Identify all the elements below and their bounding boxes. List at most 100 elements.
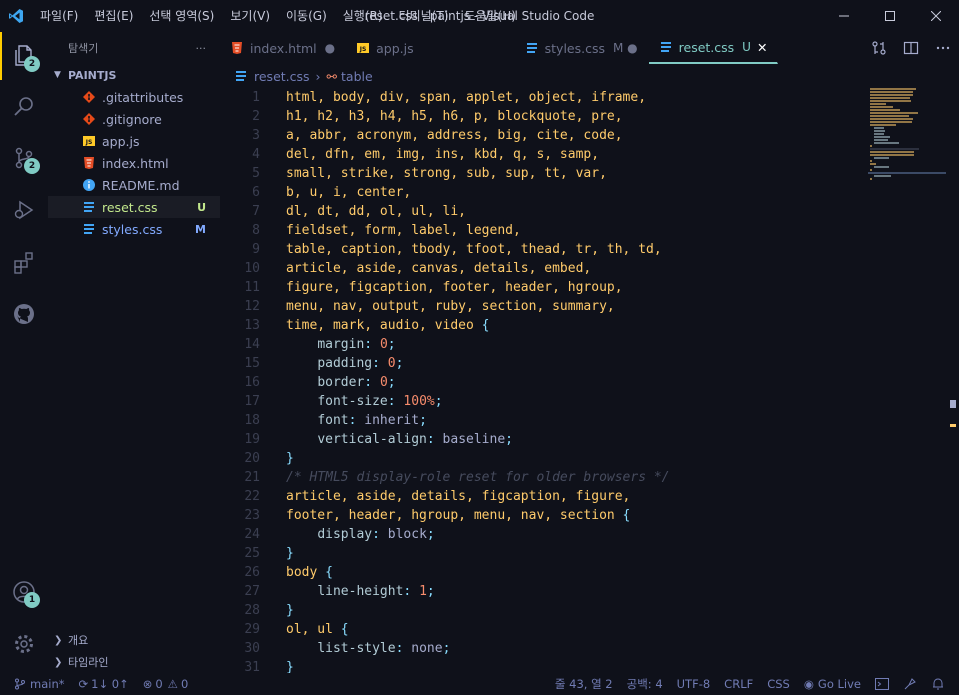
minimap-line — [874, 133, 884, 135]
project-folder[interactable]: ▼ PAINTJS — [48, 64, 220, 86]
file-item[interactable]: .gitignore — [48, 108, 220, 130]
menu-item[interactable]: 도움말(H) — [456, 0, 524, 32]
code-line: 13 time, mark, audio, video { — [220, 316, 870, 335]
minimap-line — [870, 160, 872, 162]
encoding[interactable]: UTF-8 — [670, 673, 718, 695]
compare-changes-button[interactable] — [863, 32, 895, 64]
terminal-button[interactable] — [868, 673, 896, 695]
tab-status-mark: U — [742, 40, 751, 54]
explorer-more-button[interactable]: ··· — [196, 42, 207, 55]
minimap[interactable] — [868, 88, 948, 188]
code-line: 1 html, body, div, span, applet, object, … — [220, 88, 870, 107]
maximize-button[interactable] — [867, 0, 913, 32]
activity-explorer[interactable]: 2 — [0, 32, 48, 80]
minimap-line — [874, 136, 890, 138]
notifications-button[interactable] — [924, 673, 959, 695]
split-editor-button[interactable] — [895, 32, 927, 64]
code-text: font-size: 100%; — [317, 394, 443, 409]
file-item[interactable]: index.html — [48, 152, 220, 174]
scrollbar-cursor-marker — [950, 424, 956, 427]
activity-extensions[interactable] — [0, 238, 48, 286]
minimap-line — [870, 88, 916, 90]
menu-item[interactable]: 편집(E) — [86, 0, 141, 32]
editor-tab[interactable]: reset.css U ✕ — [648, 32, 779, 64]
chevron-down-icon: ▼ — [54, 70, 61, 80]
menu-item[interactable]: 이동(G) — [278, 0, 335, 32]
sync-indicator[interactable]: ⟳ 1↓ 0↑ — [71, 673, 135, 695]
editor-tab[interactable]: JS app.js — [346, 32, 425, 64]
branch-indicator[interactable]: main* — [0, 673, 71, 695]
code-line: 29 ol, ul { — [220, 620, 870, 639]
code-editor[interactable]: 1 html, body, div, span, applet, object, … — [220, 88, 870, 675]
code-text: margin: 0; — [317, 337, 396, 352]
menu-item[interactable]: 보기(V) — [222, 0, 278, 32]
activity-bar: 2 2 1 — [0, 32, 48, 673]
timeline-section[interactable]: ❯ 타임라인 — [48, 651, 220, 673]
line-number: 24 — [244, 527, 260, 542]
menu-item[interactable]: 파일(F) — [32, 0, 86, 32]
breadcrumb: reset.css › ⚯ table — [220, 64, 373, 88]
editor-tab[interactable]: styles.css M ● — [515, 32, 649, 64]
close-window-button[interactable] — [913, 0, 959, 32]
file-item[interactable]: JS app.js — [48, 130, 220, 152]
language-mode[interactable]: CSS — [760, 673, 797, 695]
minimap-viewport[interactable] — [868, 172, 946, 174]
minimap-line — [870, 151, 914, 153]
line-number: 17 — [244, 394, 260, 409]
breadcrumb-file[interactable]: reset.css — [254, 69, 310, 84]
code-line: 19 vertical-align: baseline; — [220, 430, 870, 449]
tab-status-mark: M ● — [613, 41, 638, 55]
file-item[interactable]: styles.css M — [48, 218, 220, 240]
editor-tab[interactable]: index.html ● — [220, 32, 347, 64]
code-line: 14 margin: 0; — [220, 335, 870, 354]
chevron-right-icon: ❯ — [54, 634, 63, 646]
html-icon — [230, 41, 244, 55]
activity-accounts[interactable]: 1 — [0, 568, 48, 616]
line-number: 30 — [244, 641, 260, 656]
menu-item[interactable]: 선택 영역(S) — [141, 0, 222, 32]
line-number: 18 — [244, 413, 260, 428]
error-count: 0 — [155, 677, 163, 691]
activity-run-debug[interactable] — [0, 186, 48, 234]
line-number: 8 — [252, 223, 260, 238]
line-number: 2 — [252, 109, 260, 124]
scrollbar-thumb[interactable] — [950, 400, 956, 408]
explorer-header: 탐색기 ··· — [48, 32, 220, 64]
indentation[interactable]: 공백: 4 — [620, 673, 670, 695]
sync-icon: ⟳ — [78, 677, 89, 691]
outline-section[interactable]: ❯ 개요 — [48, 629, 220, 651]
code-text: table, caption, tbody, tfoot, thead, tr,… — [286, 242, 662, 257]
code-text: vertical-align: baseline; — [317, 432, 513, 447]
tab-label: index.html — [250, 40, 317, 56]
minimize-button[interactable] — [821, 0, 867, 32]
line-number: 5 — [252, 166, 260, 181]
problems-indicator[interactable]: ⊗ 0 ⚠ 0 — [136, 673, 196, 695]
breadcrumb-symbol[interactable]: table — [341, 69, 373, 84]
activity-manage[interactable] — [0, 620, 48, 668]
code-line: 4 del, dfn, em, img, ins, kbd, q, s, samp… — [220, 145, 870, 164]
extensions-icon — [14, 252, 33, 274]
activity-github[interactable] — [0, 290, 48, 338]
code-line: 2 h1, h2, h3, h4, h5, h6, p, blockquote, … — [220, 107, 870, 126]
minimap-line — [870, 91, 913, 93]
tab-label: reset.css — [678, 39, 735, 55]
code-text: line-height: 1; — [317, 584, 435, 599]
file-item[interactable]: README.md — [48, 174, 220, 196]
minimap-line — [870, 121, 912, 123]
line-number: 14 — [244, 337, 260, 352]
file-item[interactable]: reset.css U — [48, 196, 220, 218]
activity-source-control[interactable]: 2 — [0, 134, 48, 182]
file-item[interactable]: .gitattributes — [48, 86, 220, 108]
editor-tabs: index.html ● JS app.js styles.css M ● reset.cs… — [220, 32, 959, 64]
more-actions-button[interactable] — [927, 32, 959, 64]
feedback-button[interactable] — [896, 673, 924, 695]
end-of-line[interactable]: CRLF — [717, 673, 760, 695]
menu-item[interactable]: 실행(R) — [335, 0, 391, 32]
line-number: 6 — [252, 185, 260, 200]
menu-item[interactable]: 터미널(T) — [391, 0, 457, 32]
cursor-position[interactable]: 줄 43, 열 2 — [548, 673, 620, 695]
go-live-button[interactable]: ◉ Go Live — [797, 673, 868, 695]
minimap-line — [870, 148, 919, 150]
activity-search[interactable] — [0, 82, 48, 130]
close-icon[interactable]: ✕ — [757, 40, 767, 55]
